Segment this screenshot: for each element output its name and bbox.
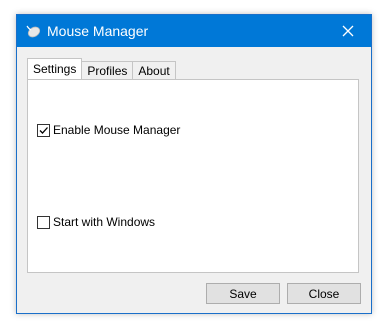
start-with-windows-option[interactable]: Start with Windows — [37, 215, 155, 229]
settings-panel: Enable Mouse Manager Start with Windows — [27, 79, 359, 273]
enable-mouse-manager-option[interactable]: Enable Mouse Manager — [37, 123, 180, 137]
startup-checkbox[interactable] — [37, 215, 50, 229]
tab-settings[interactable]: Settings — [27, 58, 83, 79]
close-button[interactable]: Close — [287, 283, 361, 304]
tab-profiles[interactable]: Profiles — [81, 61, 134, 79]
save-button[interactable]: Save — [206, 283, 280, 304]
startup-label: Start with Windows — [53, 215, 156, 229]
window-title: Mouse Manager — [47, 23, 149, 39]
close-icon[interactable] — [342, 25, 354, 37]
enable-label: Enable Mouse Manager — [53, 123, 181, 137]
title-bar: Mouse Manager — [17, 15, 371, 47]
checkmark-icon — [39, 126, 48, 134]
enable-checkbox[interactable] — [37, 123, 50, 137]
close-window-button[interactable] — [325, 15, 371, 47]
tab-strip: Settings Profiles About — [27, 58, 176, 79]
tab-about[interactable]: About — [132, 61, 176, 79]
mouse-icon — [25, 24, 41, 38]
mouse-manager-window: Mouse Manager Settings Profiles About En… — [16, 14, 372, 314]
